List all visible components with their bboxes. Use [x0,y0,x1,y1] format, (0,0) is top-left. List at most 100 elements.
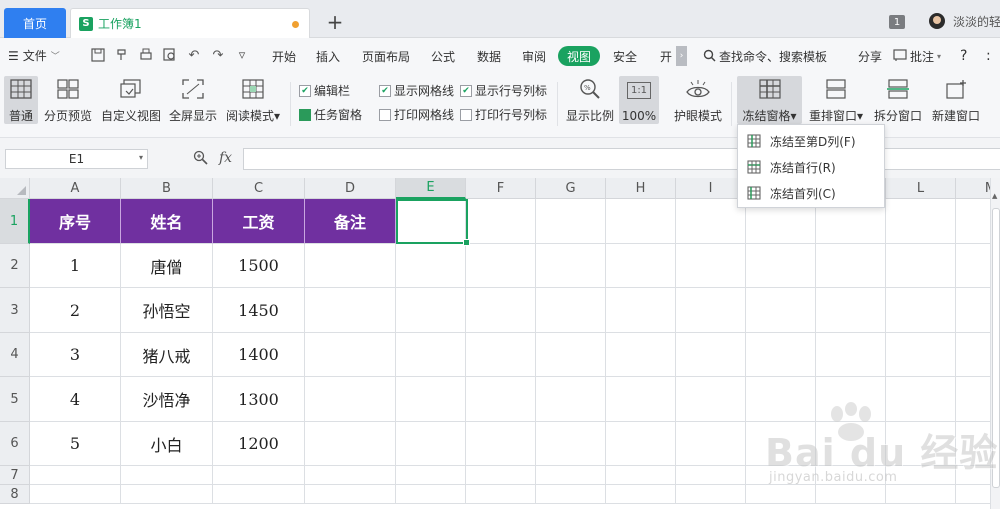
cell[interactable] [956,466,990,485]
cell[interactable] [886,466,956,485]
freeze-first-row-item[interactable]: 冻结首行(R) [738,154,884,180]
cell[interactable] [536,244,606,288]
freeze-to-column-d-item[interactable]: 冻结至第D列(F) [738,128,884,154]
cell[interactable] [816,485,886,504]
cell[interactable] [886,422,956,466]
cell[interactable] [396,288,466,333]
window-count-badge[interactable]: 1 [889,15,905,29]
cell[interactable] [121,466,213,485]
row-header[interactable]: 8 [0,485,30,504]
cell[interactable] [305,422,396,466]
zoom-formula-icon[interactable] [193,150,208,169]
cell[interactable] [816,288,886,333]
show-gridlines-checkbox[interactable]: ✔ 显示网格线 [379,82,454,99]
username[interactable]: 淡淡的轻 [953,13,1000,30]
scroll-up-icon[interactable]: ▲ [992,192,997,200]
cell[interactable] [606,377,676,422]
file-menu[interactable]: ☰ 文件 ﹀ [8,47,60,64]
cell[interactable] [466,288,536,333]
cell[interactable]: 1 [30,244,121,288]
cell[interactable] [536,333,606,377]
cell[interactable] [396,466,466,485]
column-header[interactable]: M [956,178,990,199]
new-tab-button[interactable]: + [324,10,346,34]
cell[interactable] [396,422,466,466]
arrange-windows-button[interactable]: 重排窗口▾ [807,76,865,124]
cell[interactable] [676,199,746,244]
cell[interactable] [466,485,536,504]
cell[interactable] [886,333,956,377]
cell[interactable] [606,199,676,244]
cell[interactable] [606,288,676,333]
cell[interactable] [536,377,606,422]
cell[interactable]: 2 [30,288,121,333]
row-header[interactable]: 5 [0,377,30,422]
cell[interactable]: 1500 [213,244,305,288]
tab-document[interactable]: S 工作簿1 [70,8,310,38]
menu-item-dev[interactable]: 开 [660,48,672,65]
vertical-scrollbar[interactable]: ▲ [990,178,1000,509]
help-icon[interactable]: ? [960,48,967,64]
column-header[interactable]: L [886,178,956,199]
header-cell[interactable]: 备注 [305,199,396,244]
cell[interactable] [606,422,676,466]
column-header[interactable]: B [121,178,213,199]
menu-item-formula[interactable]: 公式 [431,48,455,65]
cell[interactable] [746,485,816,504]
row-header[interactable]: 1 [0,199,30,244]
cell[interactable] [746,422,816,466]
cell[interactable] [956,333,990,377]
row-header[interactable]: 4 [0,333,30,377]
cell[interactable] [606,333,676,377]
cell[interactable] [956,377,990,422]
cell[interactable] [396,333,466,377]
menu-item-data[interactable]: 数据 [477,48,501,65]
cell[interactable] [536,422,606,466]
cell[interactable]: 猪八戒 [121,333,213,377]
split-window-button[interactable]: 拆分窗口 [872,76,924,124]
save-icon[interactable] [90,48,106,64]
cell[interactable] [305,244,396,288]
header-cell[interactable]: 序号 [30,199,121,244]
cell[interactable] [396,377,466,422]
cell[interactable] [746,333,816,377]
cell[interactable] [536,485,606,504]
command-search[interactable]: 查找命令、搜索模板 [703,48,827,65]
edit-bar-checkbox[interactable]: ✔ 编辑栏 [299,82,350,99]
cell[interactable] [466,333,536,377]
cell[interactable]: 5 [30,422,121,466]
cell[interactable] [816,422,886,466]
menu-item-security[interactable]: 安全 [613,48,637,65]
cell[interactable] [886,377,956,422]
cell[interactable] [676,377,746,422]
cell[interactable]: 沙悟净 [121,377,213,422]
cell[interactable] [956,199,990,244]
cell[interactable]: 孙悟空 [121,288,213,333]
comment-button[interactable]: 批注 ▾ [893,48,941,65]
format-painter-icon[interactable] [114,48,130,64]
column-header[interactable]: D [305,178,396,199]
tab-home[interactable]: 首页 [4,8,66,38]
cell[interactable] [606,485,676,504]
cell[interactable] [746,377,816,422]
name-box[interactable]: E1 ▾ [5,149,148,169]
cell[interactable] [396,199,466,244]
cell[interactable] [676,422,746,466]
cell[interactable] [536,466,606,485]
page-break-preview-button[interactable]: 分页预览 [42,76,94,124]
cell[interactable] [676,288,746,333]
cell[interactable] [121,485,213,504]
cell[interactable] [676,485,746,504]
share-button[interactable]: 分享 [858,48,882,65]
cell[interactable]: 唐僧 [121,244,213,288]
cell[interactable]: 小白 [121,422,213,466]
print-preview-icon[interactable] [162,48,178,64]
column-header[interactable]: G [536,178,606,199]
cell[interactable] [396,244,466,288]
eye-protection-button[interactable]: 护眼模式 [672,76,724,124]
cell[interactable] [956,422,990,466]
cell[interactable] [466,377,536,422]
cell[interactable] [30,466,121,485]
cell[interactable] [816,377,886,422]
cell[interactable]: 1300 [213,377,305,422]
